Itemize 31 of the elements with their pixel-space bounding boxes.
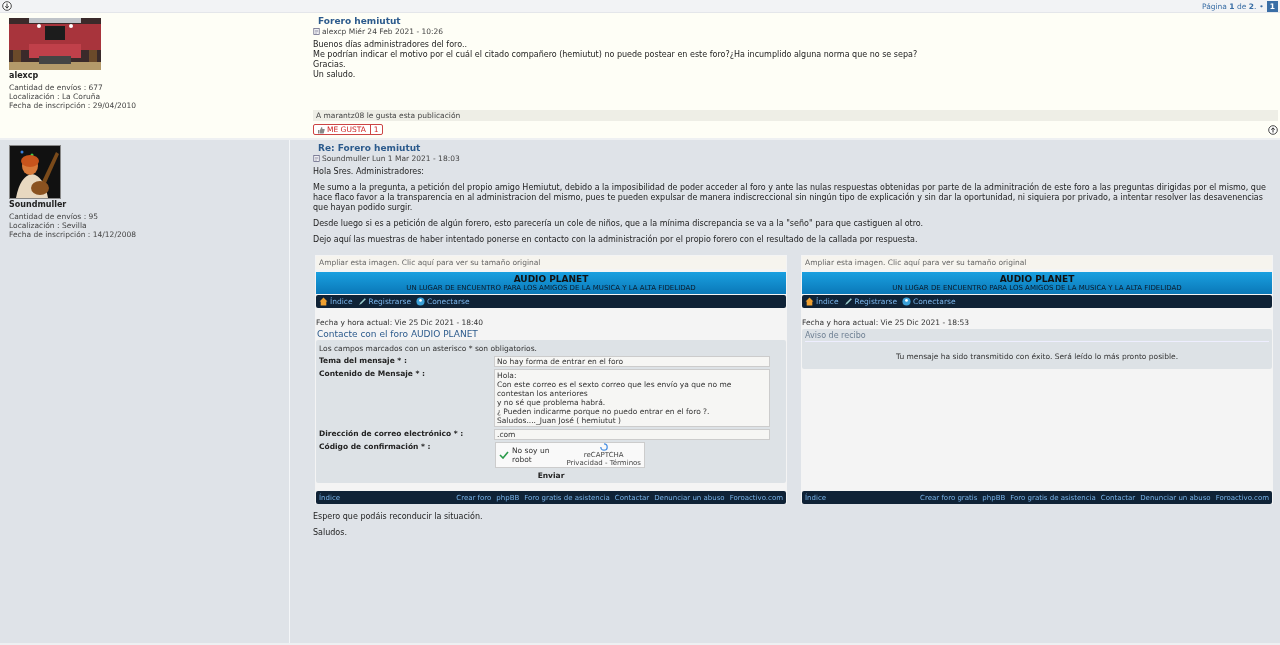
house-icon <box>805 297 814 306</box>
post-text: Me sumo a la pregunta, a petición del propio amigo Hemiutut, debido a la imposibilidad de poder acceder al foro y ante las nulas respuestas obtenidas por parte de la adminitración de este foro a las preguntas dirigidas por el mismo, que hace flaco favor a la transparencia en al administracion del mismo, pues te pueden expulsar de manera indiscreccional sin ningún tipo de explicación y sin dar la oportunidad, ni siquiera por privado, a intentar resolver las desavenencias que hayan podido surgir. <box>313 183 1267 213</box>
document-icon <box>313 155 320 162</box>
post-text: Me podrían indicar el motivo por el cuál el citado compañero (hemiutut) no puede postear en este foro?¿Ha incumplido alguna norma que no se sepa? <box>313 50 919 60</box>
post-text: Gracias. <box>313 60 347 70</box>
username[interactable]: alexcp <box>9 71 300 80</box>
post-text: Dejo aquí las muestras de haber intentado ponerse en contacto con la administración por el propio forero con el resultado de la callada por respuesta. <box>313 235 919 245</box>
notice-heading: Aviso de recibo <box>805 331 1269 342</box>
username[interactable]: Soundmuller <box>9 200 289 209</box>
user-circle-icon <box>902 297 912 306</box>
recaptcha-icon <box>599 443 608 451</box>
post-text: Desde luego si es a petición de algún forero, esto parecería un cole de niños, que a la mínima discrepancia se va a la "seño" para que castiguen al otro. <box>313 219 925 229</box>
post-text: Saludos. <box>313 528 348 538</box>
site-title: AUDIO PLANET <box>513 274 589 284</box>
thumbs-up-icon <box>317 125 325 134</box>
site-title: AUDIO PLANET <box>999 274 1075 284</box>
post-text: Buenos días administradores del foro.. <box>313 40 468 50</box>
document-icon <box>313 28 320 35</box>
post-text: Hola Sres. Administradores: <box>313 167 426 177</box>
pencil-icon <box>357 297 367 306</box>
post-title[interactable]: Re: Forero hemiutut <box>313 143 1278 153</box>
checkmark-icon <box>499 451 509 459</box>
user-circle-icon <box>416 297 426 306</box>
post-title[interactable]: Forero hemiutut <box>313 16 1278 26</box>
scroll-down-icon[interactable] <box>2 1 12 11</box>
page-heading: Contacte con el foro AUDIO PLANET <box>317 329 479 339</box>
post-text: Espero que podáis reconducir la situación. <box>313 512 484 522</box>
pencil-icon <box>843 297 853 306</box>
post-text: Un saludo. <box>313 70 357 80</box>
house-icon <box>319 297 328 306</box>
scroll-up-icon[interactable] <box>1268 124 1278 135</box>
